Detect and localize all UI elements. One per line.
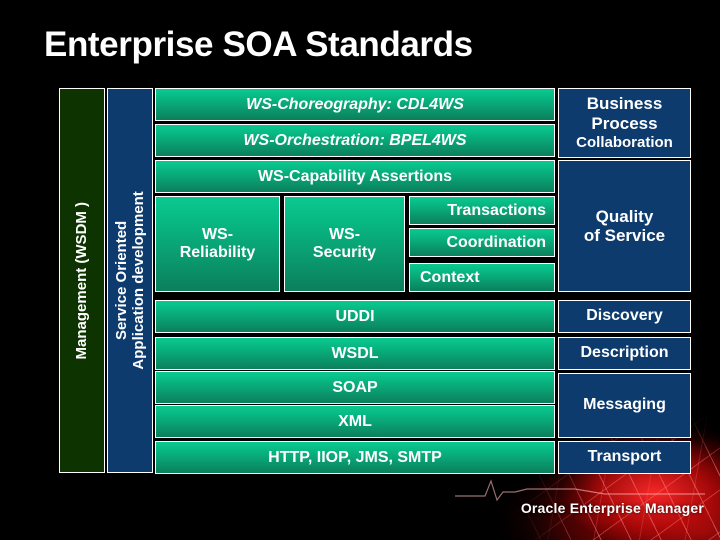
- box-messaging[interactable]: Messaging: [558, 373, 691, 438]
- box-transport[interactable]: Transport: [558, 441, 691, 474]
- box-uddi[interactable]: UDDI: [155, 300, 555, 333]
- box-coordination-label: Coordination: [446, 233, 546, 251]
- qos-line1: Quality: [595, 206, 654, 226]
- slide-canvas: Enterprise SOA Standards Management (WSD…: [0, 0, 720, 540]
- box-discovery-label: Discovery: [586, 307, 663, 325]
- box-transactions[interactable]: Transactions: [409, 196, 555, 225]
- box-soap[interactable]: SOAP: [155, 371, 555, 404]
- box-soap-label: SOAP: [332, 378, 378, 396]
- footer-branding: Oracle Enterprise Manager: [520, 500, 704, 516]
- box-transport-protocols[interactable]: HTTP, IIOP, JMS, SMTP: [155, 441, 555, 474]
- box-coordination[interactable]: Coordination: [409, 228, 555, 257]
- box-context-label: Context: [420, 268, 480, 286]
- column-service-oriented-app-dev: Service Oriented Application development: [107, 88, 153, 473]
- box-ws-orchestration[interactable]: WS-Orchestration: BPEL4WS: [155, 124, 555, 157]
- box-ws-choreography[interactable]: WS-Choreography: CDL4WS: [155, 88, 555, 121]
- box-ws-orchestration-label: WS-Orchestration: BPEL4WS: [243, 131, 467, 149]
- column-management: Management (WSDM ): [59, 88, 105, 473]
- box-ws-reliability[interactable]: WS- Reliability: [155, 196, 280, 292]
- box-quality-of-service[interactable]: Quality of Service: [558, 160, 691, 292]
- ekg-line-icon: [455, 479, 705, 502]
- box-transport-protocols-label: HTTP, IIOP, JMS, SMTP: [268, 448, 442, 466]
- box-ws-capability-assertions-label: WS-Capability Assertions: [257, 167, 453, 185]
- box-business-process-collaboration-label: Business Process Collaboration: [576, 94, 673, 153]
- box-ws-security-label: WS- Security: [313, 226, 376, 262]
- ws-security-line2: Security: [312, 244, 377, 261]
- box-uddi-label: UDDI: [335, 307, 375, 325]
- box-context[interactable]: Context: [409, 263, 555, 292]
- bpc-line2: Process: [591, 113, 658, 133]
- box-description-label: Description: [580, 344, 669, 362]
- ws-reliability-line2: Reliability: [179, 244, 256, 261]
- box-wsdl-label: WSDL: [331, 344, 379, 362]
- bpc-line3: Collaboration: [576, 134, 673, 152]
- box-quality-of-service-label: Quality of Service: [584, 207, 665, 246]
- soa-label-line1: Service Oriented: [112, 220, 130, 341]
- soa-label-line2: Application development: [130, 191, 148, 370]
- box-messaging-label: Messaging: [583, 396, 666, 414]
- box-ws-security[interactable]: WS- Security: [284, 196, 405, 292]
- ws-security-line1: WS-: [328, 226, 361, 244]
- box-wsdl[interactable]: WSDL: [155, 337, 555, 370]
- box-discovery[interactable]: Discovery: [558, 300, 691, 333]
- column-service-oriented-app-dev-label: Service Oriented Application development: [113, 191, 148, 369]
- ws-reliability-line1: WS-: [201, 226, 234, 244]
- box-transactions-label: Transactions: [447, 201, 546, 219]
- box-xml-label: XML: [338, 412, 372, 430]
- box-ws-reliability-label: WS- Reliability: [180, 226, 256, 262]
- qos-line2: of Service: [583, 226, 666, 245]
- box-transport-label: Transport: [587, 448, 662, 466]
- box-ws-capability-assertions[interactable]: WS-Capability Assertions: [155, 160, 555, 193]
- bpc-line1: Business: [586, 93, 663, 113]
- box-ws-choreography-label: WS-Choreography: CDL4WS: [246, 95, 464, 113]
- box-business-process-collaboration[interactable]: Business Process Collaboration: [558, 88, 691, 158]
- box-xml[interactable]: XML: [155, 405, 555, 438]
- box-description[interactable]: Description: [558, 337, 691, 370]
- page-title: Enterprise SOA Standards: [44, 25, 473, 64]
- column-management-label: Management (WSDM ): [73, 201, 91, 360]
